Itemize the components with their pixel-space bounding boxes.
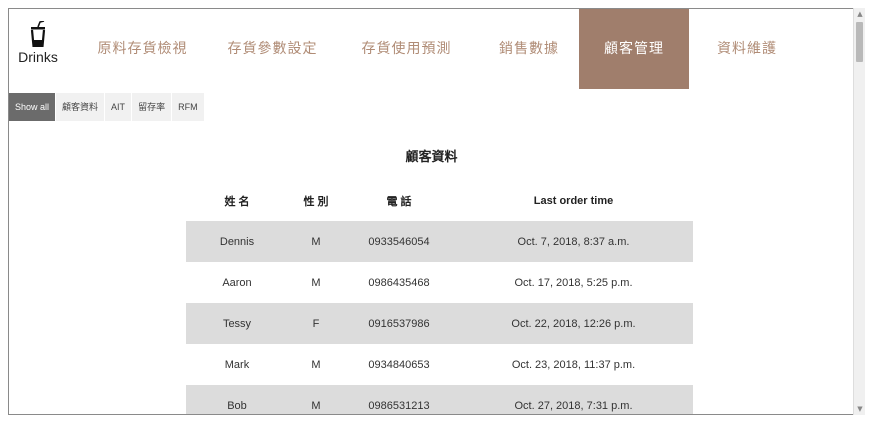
scroll-down-icon[interactable]: ▼ (854, 403, 866, 415)
column-header-last-order-time: Last order time (533, 195, 614, 207)
cell-last-order-time: Oct. 7, 2018, 8:37 a.m. (454, 221, 693, 262)
section-title: 顧客資料 (405, 150, 458, 165)
filter-rfm-button[interactable]: RFM (172, 93, 204, 121)
cell-phone: 0933546054 (344, 221, 454, 262)
nav-item-inventory-settings[interactable]: 存貨參數設定 (215, 9, 330, 89)
column-header-phone: 電 話 (386, 196, 412, 208)
cell-name: Tessy (186, 303, 288, 344)
filter-retention-button[interactable]: 留存率 (132, 93, 172, 121)
table-row[interactable]: Mark M 0934840653 Oct. 23, 2018, 11:37 p… (186, 344, 693, 385)
cell-last-order-time: Oct. 17, 2018, 5:25 p.m. (514, 276, 633, 289)
vertical-scrollbar[interactable]: ▲ ▼ (853, 8, 865, 415)
filter-show-all-button[interactable]: Show all (9, 93, 56, 121)
nav-item-sales-data[interactable]: 銷售數據 (479, 9, 579, 89)
top-navigation: Drinks 原料存貨檢視 存貨參數設定 存貨使用預測 銷售數據 顧客管理 資料… (9, 9, 853, 89)
filter-bar: Show all 顧客資料 AIT 留存率 RFM (9, 93, 205, 121)
logo-text: Drinks (18, 49, 58, 65)
nav-item-usage-forecast[interactable]: 存貨使用預測 (349, 9, 464, 89)
table-row[interactable]: Aaron M 0986435468 Oct. 17, 2018, 5:25 p… (186, 262, 693, 303)
scroll-up-icon[interactable]: ▲ (854, 8, 866, 20)
cell-gender: M (288, 385, 344, 414)
customer-table: 姓 名 性 別 電 話 Last order time Dennis M 093… (186, 181, 693, 414)
cell-phone: 0986435468 (368, 276, 430, 289)
filter-customer-data-button[interactable]: 顧客資料 (56, 93, 105, 121)
filter-ait-button[interactable]: AIT (105, 93, 132, 121)
logo[interactable]: Drinks (15, 21, 61, 77)
column-header-gender: 性 別 (303, 196, 329, 208)
cell-gender: M (311, 276, 321, 289)
cup-icon (30, 21, 46, 47)
cell-name: Bob (186, 385, 288, 414)
table-header-row: 姓 名 性 別 電 話 Last order time (186, 181, 693, 221)
cell-gender: M (311, 358, 321, 371)
cell-phone: 0934840653 (368, 358, 430, 371)
cell-phone: 0986531213 (344, 385, 454, 414)
cell-last-order-time: Oct. 27, 2018, 7:31 p.m. (454, 385, 693, 414)
cell-last-order-time: Oct. 23, 2018, 11:37 p.m. (511, 358, 636, 371)
nav-item-customer-management[interactable]: 顧客管理 (579, 9, 689, 89)
cell-name: Dennis (186, 221, 288, 262)
table-row[interactable]: Tessy F 0916537986 Oct. 22, 2018, 12:26 … (186, 303, 693, 344)
cell-last-order-time: Oct. 22, 2018, 12:26 p.m. (454, 303, 693, 344)
scrollbar-thumb[interactable] (856, 22, 863, 62)
cell-gender: M (288, 221, 344, 262)
app-frame: Drinks 原料存貨檢視 存貨參數設定 存貨使用預測 銷售數據 顧客管理 資料… (8, 8, 853, 415)
nav-item-data-maintenance[interactable]: 資料維護 (697, 9, 797, 89)
cell-name: Mark (224, 358, 250, 371)
nav-item-materials-inventory[interactable]: 原料存貨檢視 (85, 9, 200, 89)
table-row[interactable]: Bob M 0986531213 Oct. 27, 2018, 7:31 p.m… (186, 385, 693, 414)
cell-phone: 0916537986 (344, 303, 454, 344)
cell-gender: F (288, 303, 344, 344)
table-row[interactable]: Dennis M 0933546054 Oct. 7, 2018, 8:37 a… (186, 221, 693, 262)
cell-name: Aaron (222, 276, 252, 289)
column-header-name: 姓 名 (224, 196, 250, 208)
